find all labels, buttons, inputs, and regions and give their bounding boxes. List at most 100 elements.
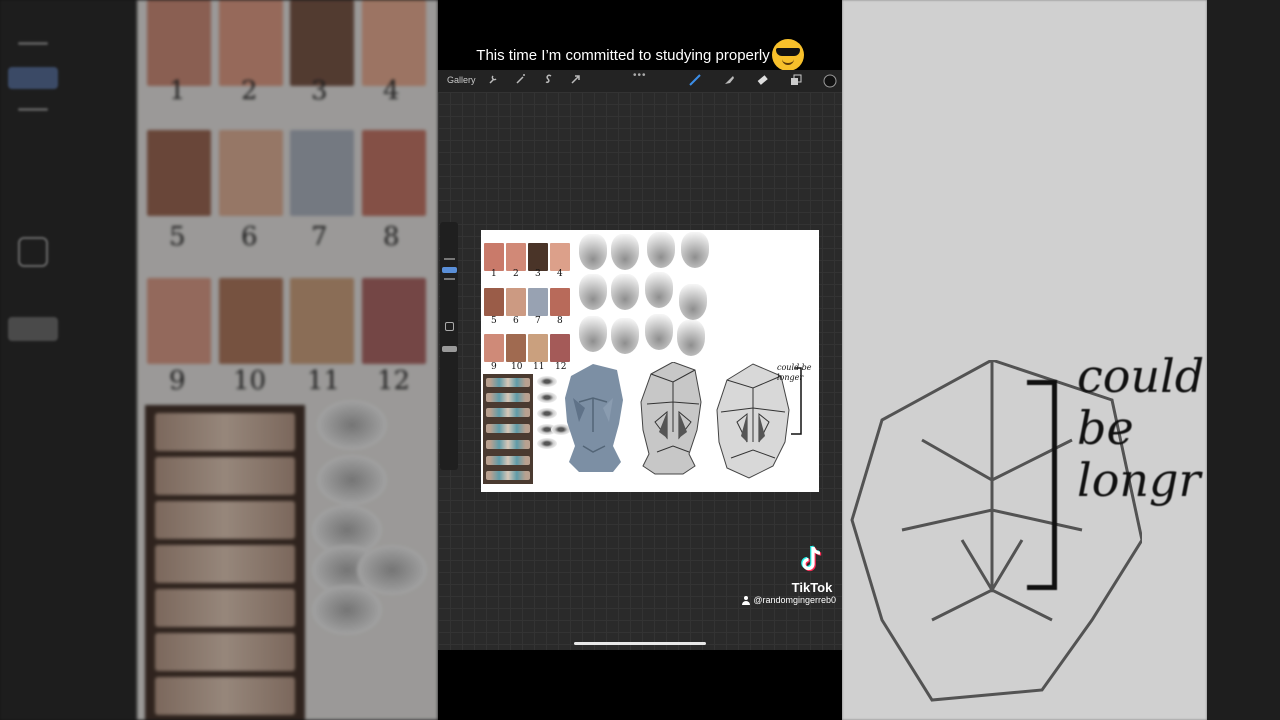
eye-sketch <box>537 438 557 449</box>
bg-nose-number: 7 <box>311 222 328 252</box>
nose-photo <box>550 334 570 362</box>
tiktok-watermark: TikTok <box>788 545 836 595</box>
bg-eye-sketch <box>317 400 387 450</box>
nose-number: 2 <box>513 269 519 279</box>
background-reference-sheet: 1 2 3 4 5 6 7 8 9 10 11 12 <box>137 0 438 720</box>
background-sidebar <box>0 0 137 720</box>
video-caption: This time I’m committed to studying prop… <box>438 38 842 72</box>
modify-button[interactable] <box>445 322 454 331</box>
layers-icon[interactable] <box>789 74 803 88</box>
background-left-blur: 1 2 3 4 5 6 7 8 9 10 11 12 <box>0 0 438 720</box>
nose-number: 8 <box>557 316 563 326</box>
color-picker-icon[interactable] <box>823 74 837 88</box>
eye-photo <box>486 471 530 480</box>
bg-nose-photo <box>290 278 354 364</box>
home-indicator[interactable] <box>574 642 706 645</box>
gray-planar-head <box>640 362 702 475</box>
tiktok-logo-icon <box>800 545 824 573</box>
opacity-slider[interactable] <box>442 346 457 352</box>
procreate-canvas[interactable]: 1 2 3 4 5 6 7 8 9 10 11 12 could be long… <box>438 92 842 650</box>
bg-annotation-line: longr <box>1077 453 1201 507</box>
procreate-sidebar <box>440 222 458 470</box>
bg-nose-photo <box>219 0 283 86</box>
eye-photo <box>486 424 530 433</box>
nose-sketch <box>647 232 675 268</box>
bg-opacity-slider <box>8 317 58 341</box>
nose-photo <box>550 243 570 271</box>
eye-photo <box>486 393 530 402</box>
bg-nose-number: 9 <box>169 366 186 396</box>
handle-text: @randomgingerreb0 <box>753 595 836 605</box>
sunglasses-icon <box>775 48 800 56</box>
nose-sketch <box>611 274 639 310</box>
eye-sketch <box>537 376 557 387</box>
bg-nub <box>18 42 48 45</box>
bg-eye-sketch <box>317 455 387 505</box>
procreate-toolbar: Gallery ••• <box>438 70 842 92</box>
user-icon <box>742 595 751 605</box>
bg-nose-number: 4 <box>383 76 400 106</box>
creator-handle[interactable]: @randomgingerreb0 <box>742 595 836 605</box>
bg-annotation-line: could <box>1077 349 1205 403</box>
bg-eye-photo <box>155 589 295 627</box>
nose-sketch <box>611 234 639 270</box>
bg-nose-photo <box>290 0 354 86</box>
brush-size-slider[interactable] <box>442 267 457 273</box>
bg-eye-photo <box>155 633 295 671</box>
bottom-letterbox <box>438 650 842 720</box>
bg-annotation: could be longr <box>1077 350 1204 506</box>
eye-photo <box>486 408 530 417</box>
nose-sketch <box>579 274 607 310</box>
transform-arrow-icon[interactable] <box>569 74 583 88</box>
bg-eye-photo <box>155 545 295 583</box>
nose-sketch <box>645 272 673 308</box>
video-frame: This time I’m committed to studying prop… <box>438 0 842 720</box>
selection-icon[interactable] <box>542 74 556 88</box>
bg-size-slider <box>8 67 58 89</box>
nose-number: 5 <box>491 316 497 326</box>
background-right-blur: could be longr <box>842 0 1280 720</box>
nose-number: 4 <box>557 269 563 279</box>
bg-nose-number: 10 <box>233 366 267 396</box>
bg-nose-photo <box>219 130 283 216</box>
bg-nose-photo <box>362 130 426 216</box>
bg-eye-photo <box>155 677 295 715</box>
nose-photo <box>550 288 570 316</box>
nose-photo <box>506 243 526 271</box>
smudge-icon[interactable] <box>722 74 736 88</box>
bg-nose-number: 8 <box>383 222 400 252</box>
nose-photo <box>484 243 504 271</box>
more-dots-icon[interactable]: ••• <box>633 70 647 81</box>
bg-eye-photo <box>155 457 295 495</box>
bg-nose-number: 12 <box>377 366 411 396</box>
bg-nose-photo <box>147 130 211 216</box>
nose-photo <box>484 334 504 362</box>
nose-sketch <box>611 318 639 354</box>
bg-nose-photo <box>362 0 426 86</box>
brush-icon[interactable] <box>688 74 702 88</box>
bg-eye-photo <box>155 501 295 539</box>
bg-bracket <box>1027 380 1057 590</box>
nose-number: 7 <box>535 316 541 326</box>
nose-sketch <box>579 234 607 270</box>
nose-sketch <box>681 232 709 268</box>
tiktok-brand: TikTok <box>791 580 833 595</box>
caption-text: This time I’m committed to studying prop… <box>476 46 770 64</box>
bg-nose-number: 5 <box>169 222 186 252</box>
eye-photo <box>486 440 530 449</box>
nose-number: 11 <box>533 362 545 372</box>
eraser-icon[interactable] <box>755 74 769 88</box>
bg-nose-photo <box>147 0 211 86</box>
nose-sketch <box>579 316 607 352</box>
magic-wand-icon[interactable] <box>514 74 528 88</box>
bg-eye-sketch <box>312 585 382 635</box>
bg-modify-square <box>18 237 48 267</box>
nose-photo <box>506 334 526 362</box>
eye-sketch <box>537 392 557 403</box>
reference-artwork: 1 2 3 4 5 6 7 8 9 10 11 12 could be long… <box>481 230 819 492</box>
gallery-button[interactable]: Gallery <box>447 75 476 85</box>
wrench-icon[interactable] <box>486 74 500 88</box>
bg-nose-number: 11 <box>307 366 341 396</box>
eye-sketch <box>537 408 557 419</box>
blue-planar-head <box>565 364 623 472</box>
